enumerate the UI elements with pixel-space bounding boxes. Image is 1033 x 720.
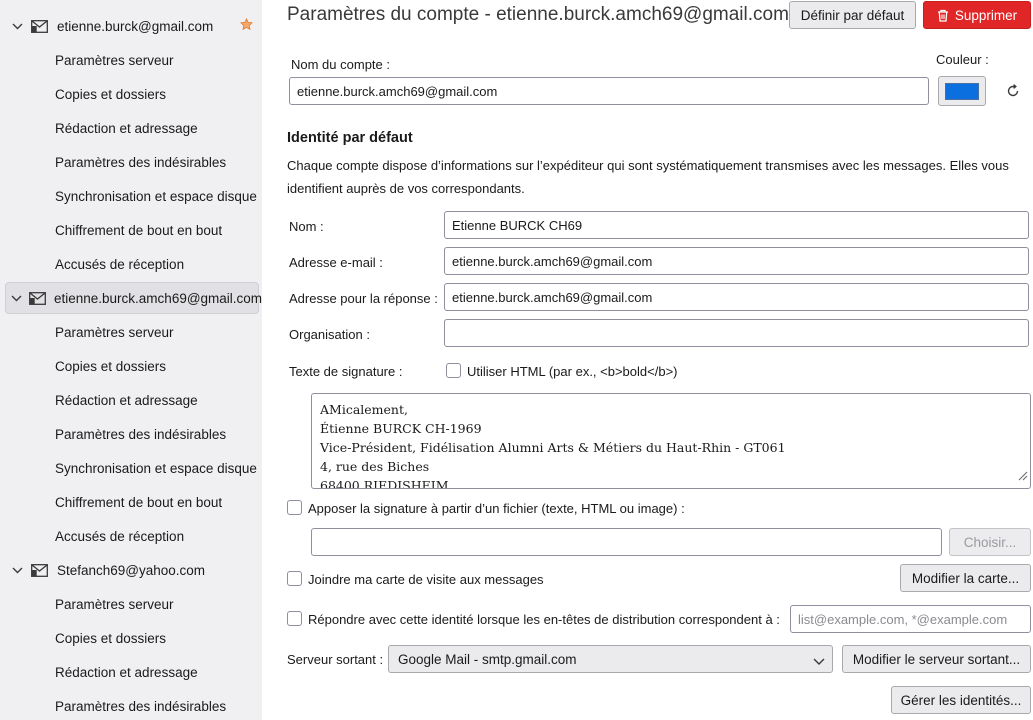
identity-description: Chaque compte dispose d’informations sur… xyxy=(287,158,1009,196)
email-input[interactable]: etienne.burck.amch69@gmail.com xyxy=(444,247,1029,275)
sidebar-item-junk[interactable]: Paramètres des indésirables xyxy=(55,155,226,170)
chevron-down-icon xyxy=(813,654,825,669)
delete-account-label: Supprimer xyxy=(954,7,1018,23)
sidebar-item-server-settings[interactable]: Paramètres serveur xyxy=(55,597,174,612)
smtp-server-select[interactable]: Google Mail - smtp.gmail.com xyxy=(388,645,833,673)
edit-smtp-button[interactable]: Modifier le serveur sortant... xyxy=(842,645,1031,673)
sidebar-item-junk[interactable]: Paramètres des indésirables xyxy=(55,699,226,714)
organization-label: Organisation : xyxy=(289,327,370,342)
reply-identity-label: Répondre avec cette identité lorsque les… xyxy=(308,612,780,627)
name-label: Nom : xyxy=(289,219,324,234)
attach-vcard-label: Joindre ma carte de visite aux messages xyxy=(308,572,544,587)
sidebar-account-stefanch69[interactable]: Stefanch69@yahoo.com xyxy=(5,554,259,586)
reply-to-label: Adresse pour la réponse : xyxy=(289,291,438,306)
identity-heading: Identité par défaut xyxy=(287,130,413,146)
set-default-button[interactable]: Définir par défaut xyxy=(789,1,916,29)
sidebar-item-receipts[interactable]: Accusés de réception xyxy=(55,257,184,272)
chevron-down-icon[interactable] xyxy=(10,23,24,30)
organization-input[interactable] xyxy=(444,319,1029,347)
use-html-checkbox[interactable] xyxy=(446,363,461,378)
choose-file-button[interactable]: Choisir... xyxy=(949,528,1031,556)
trash-icon xyxy=(937,9,949,22)
chevron-down-icon[interactable] xyxy=(11,295,22,302)
sidebar-account-label: etienne.burck@gmail.com xyxy=(57,18,214,34)
sidebar-item-server-settings[interactable]: Paramètres serveur xyxy=(55,325,174,340)
account-color-picker[interactable] xyxy=(938,76,986,106)
manage-identities-button[interactable]: Gérer les identités... xyxy=(891,686,1031,714)
smtp-label: Serveur sortant : xyxy=(287,652,384,667)
use-html-label: Utiliser HTML (par ex., <b>bold</b>) xyxy=(467,364,678,379)
signature-line: 4, rue des Biches xyxy=(320,459,430,474)
signature-line: 68400 RIEDISHEIM xyxy=(320,478,449,489)
sidebar-item-copies-folders[interactable]: Copies et dossiers xyxy=(55,359,166,374)
sidebar-item-e2e[interactable]: Chiffrement de bout en bout xyxy=(55,223,222,238)
sidebar-item-server-settings[interactable]: Paramètres serveur xyxy=(55,53,174,68)
signature-label: Texte de signature : xyxy=(289,364,403,379)
color-label: Couleur : xyxy=(936,52,989,67)
sidebar-item-composition[interactable]: Rédaction et adressage xyxy=(55,121,198,136)
chevron-down-icon[interactable] xyxy=(10,567,24,574)
signature-line: Vice-Président, Fidélisation Alumni Arts… xyxy=(320,440,786,455)
sidebar-item-copies-folders[interactable]: Copies et dossiers xyxy=(55,631,166,646)
signature-line: AMicalement, xyxy=(320,402,408,417)
sidebar-account-etienne-burck-amch69[interactable]: etienne.burck.amch69@gmail.com xyxy=(5,282,263,314)
sidebar-item-sync[interactable]: Synchronisation et espace disque xyxy=(55,461,257,476)
default-account-star-icon xyxy=(239,17,254,34)
sidebar-item-receipts[interactable]: Accusés de réception xyxy=(55,529,184,544)
smtp-selected-value: Google Mail - smtp.gmail.com xyxy=(398,651,577,667)
sidebar-item-copies-folders[interactable]: Copies et dossiers xyxy=(55,87,166,102)
sidebar-item-e2e[interactable]: Chiffrement de bout en bout xyxy=(55,495,222,510)
signature-file-checkbox[interactable] xyxy=(287,500,302,515)
color-swatch xyxy=(945,82,979,100)
account-sidebar: etienne.burck@gmail.com Paramètres serve… xyxy=(0,0,262,720)
sidebar-item-composition[interactable]: Rédaction et adressage xyxy=(55,393,198,408)
sidebar-account-etienne-burck[interactable]: etienne.burck@gmail.com xyxy=(5,10,259,42)
sidebar-account-label: Stefanch69@yahoo.com xyxy=(57,562,206,578)
edit-card-button[interactable]: Modifier la carte... xyxy=(900,564,1031,592)
account-name-input[interactable]: etienne.burck.amch69@gmail.com xyxy=(289,77,929,105)
resize-grip-icon[interactable] xyxy=(1016,467,1028,486)
mail-account-icon xyxy=(29,291,46,305)
mail-account-icon xyxy=(31,19,49,33)
signature-file-label: Apposer la signature à partir d’un fichi… xyxy=(308,501,685,516)
sidebar-item-composition[interactable]: Rédaction et adressage xyxy=(55,665,198,680)
delete-account-button[interactable]: Supprimer xyxy=(923,1,1031,29)
attach-vcard-checkbox[interactable] xyxy=(287,571,302,586)
sidebar-item-junk[interactable]: Paramètres des indésirables xyxy=(55,427,226,442)
email-label: Adresse e-mail : xyxy=(289,255,383,270)
reset-color-icon[interactable] xyxy=(1006,84,1020,98)
account-name-label: Nom du compte : xyxy=(291,57,390,72)
reply-identity-checkbox[interactable] xyxy=(287,611,302,626)
signature-file-input[interactable] xyxy=(311,528,942,556)
sidebar-item-sync[interactable]: Synchronisation et espace disque xyxy=(55,189,257,204)
reply-to-input[interactable]: etienne.burck.amch69@gmail.com xyxy=(444,283,1029,311)
page-title: Paramètres du compte - etienne.burck.amc… xyxy=(287,4,789,25)
mail-account-icon xyxy=(31,563,49,577)
name-input[interactable]: Etienne BURCK CH69 xyxy=(444,211,1029,239)
sidebar-account-label: etienne.burck.amch69@gmail.com xyxy=(54,290,263,306)
signature-textarea[interactable]: AMicalement, Étienne BURCK CH-1969 Vice-… xyxy=(311,393,1031,489)
reply-identity-input[interactable]: list@example.com, *@example.com xyxy=(790,605,1031,633)
signature-line: Étienne BURCK CH-1969 xyxy=(320,421,482,436)
